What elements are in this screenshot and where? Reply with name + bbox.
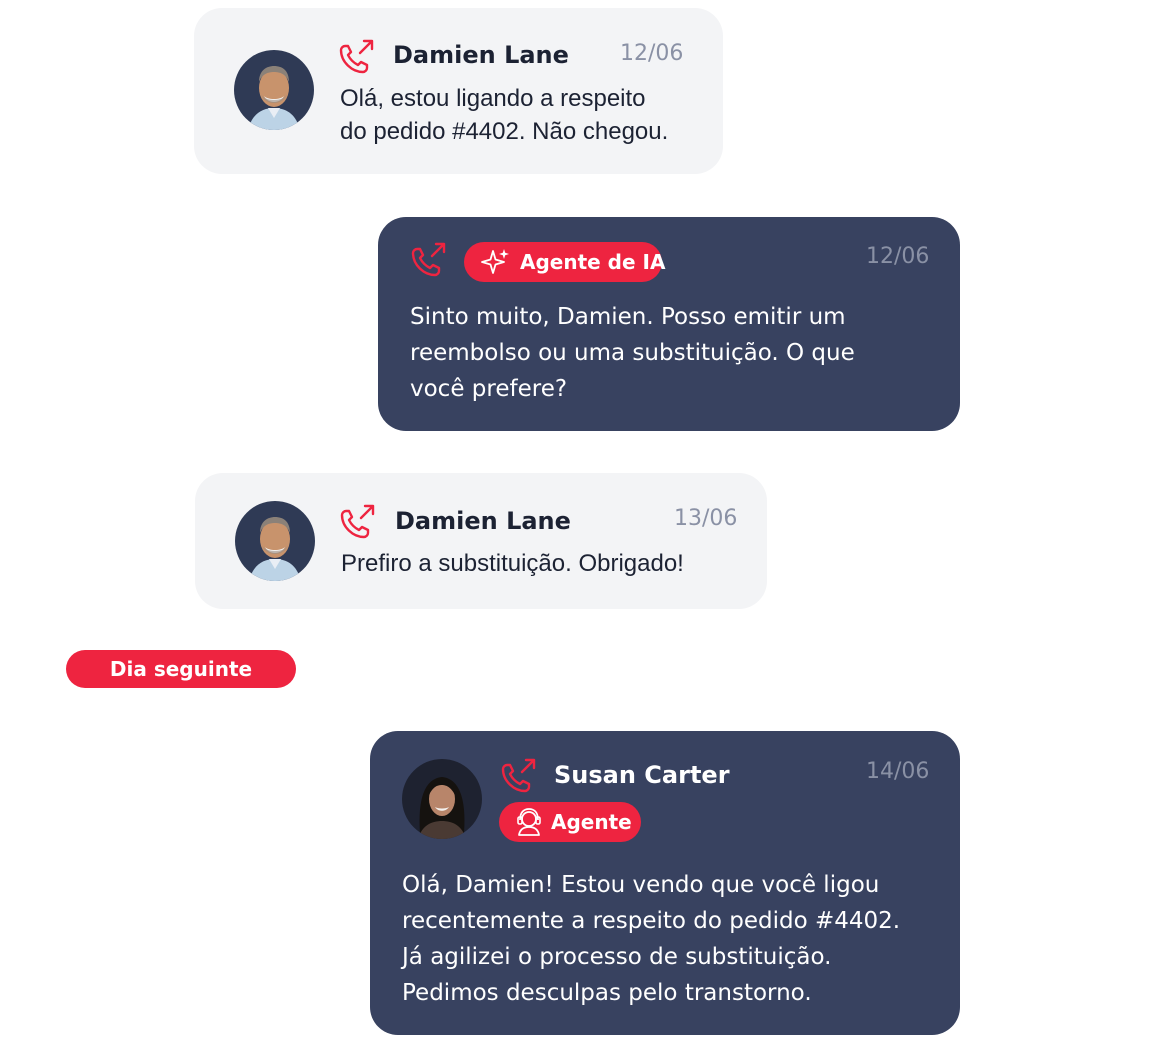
message-date: 12/06 — [620, 41, 684, 66]
sender-name: Damien Lane — [393, 41, 569, 69]
message-text: Olá, estou ligando a respeito do pedido … — [340, 85, 669, 145]
ai-agent-badge: Agente de IA — [464, 242, 666, 282]
sparkles-icon — [481, 249, 509, 274]
sender-name: Susan Carter — [554, 761, 730, 789]
badge-label: Agente — [551, 810, 632, 834]
message-bubble-damien-2: Damien Lane 13/06 Prefiro a substituição… — [195, 473, 767, 609]
avatar-damien-lane[interactable] — [234, 50, 314, 130]
message-bubble-susan-carter: Susan Carter 14/06 Agente Olá, Damien! E… — [370, 731, 960, 1035]
day-separator: Dia seguinte — [66, 650, 296, 688]
phone-outgoing-icon — [337, 503, 377, 541]
message-bubble-ai-agent: Agente de IA 12/06 Sinto muito, Damien. … — [378, 217, 960, 431]
phone-outgoing-icon — [498, 757, 538, 795]
phone-outgoing-icon — [408, 241, 448, 279]
message-text: Olá, Damien! Estou vendo que você ligou … — [402, 872, 901, 1006]
avatar-damien-lane[interactable] — [235, 501, 315, 581]
message-date: 12/06 — [866, 244, 930, 269]
badge-label: Agente de IA — [520, 250, 666, 274]
message-date: 14/06 — [866, 759, 930, 784]
agent-badge: Agente — [499, 802, 641, 842]
message-date: 13/06 — [674, 506, 738, 531]
message-text: Sinto muito, Damien. Posso emitir um ree… — [410, 304, 855, 402]
sender-name: Damien Lane — [395, 507, 571, 535]
avatar-susan-carter[interactable] — [402, 759, 482, 839]
message-text: Prefiro a substituição. Obrigado! — [341, 550, 684, 577]
phone-outgoing-icon — [336, 38, 376, 76]
agent-headset-icon — [517, 808, 541, 836]
message-bubble-damien-1: Damien Lane 12/06 Olá, estou ligando a r… — [194, 8, 723, 174]
